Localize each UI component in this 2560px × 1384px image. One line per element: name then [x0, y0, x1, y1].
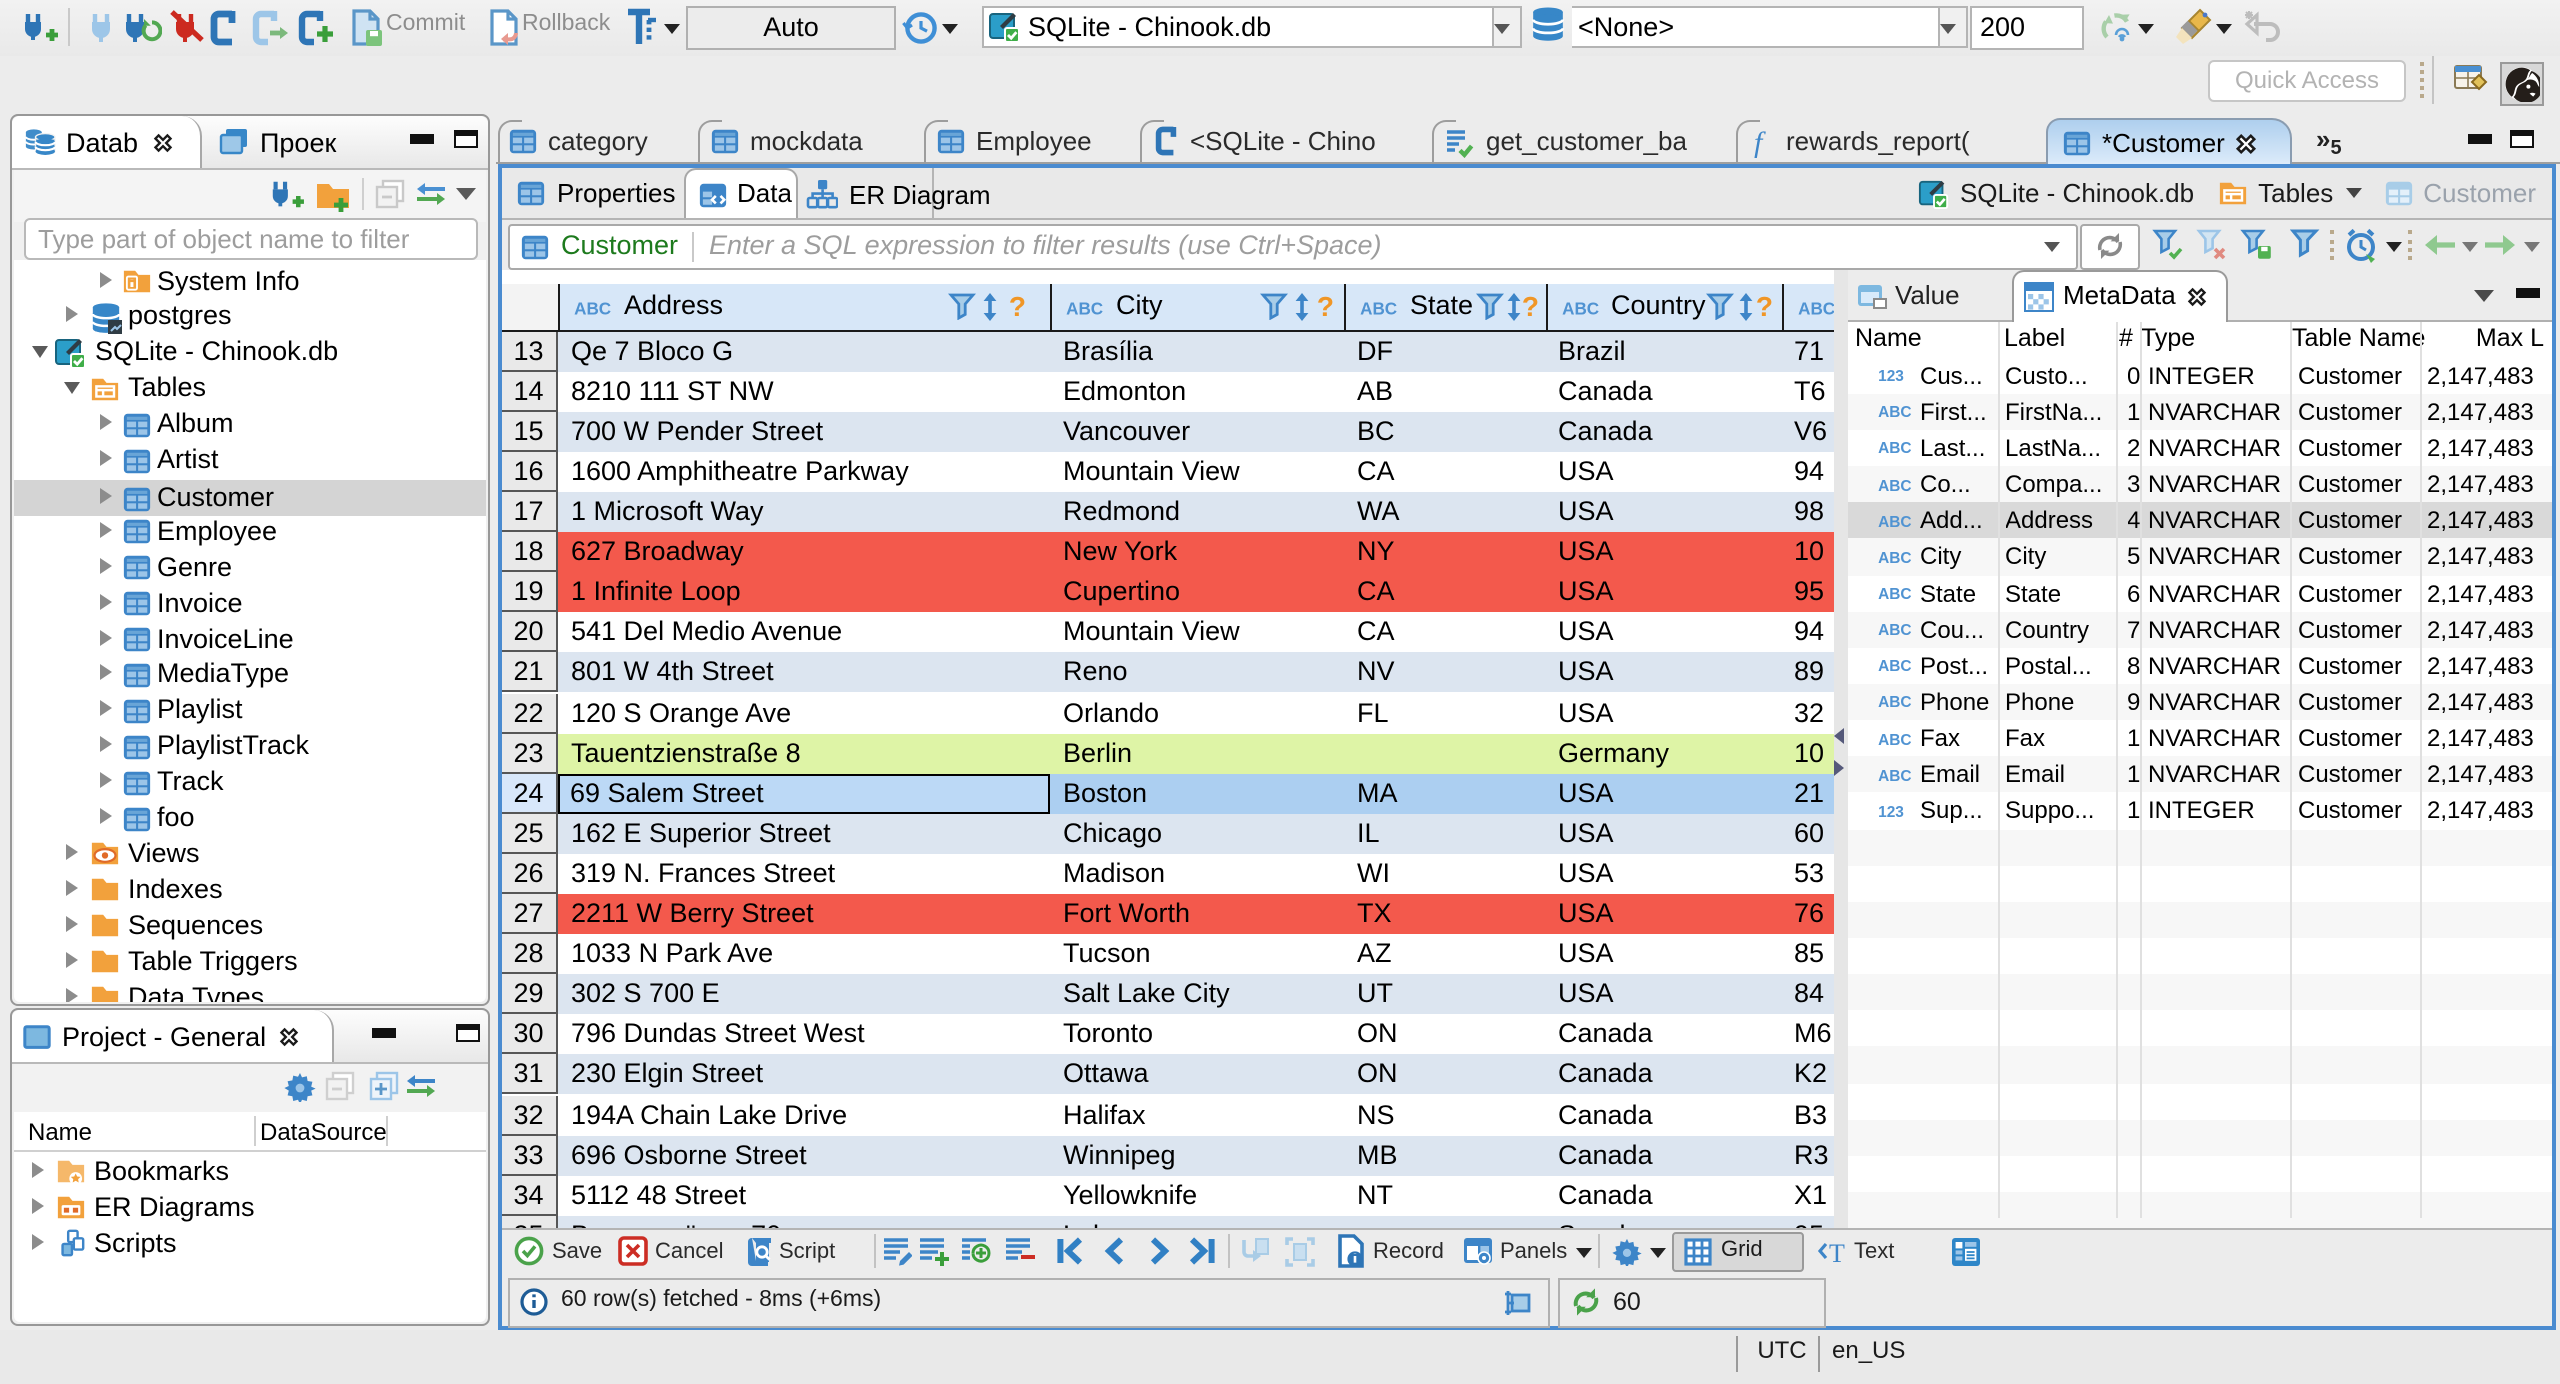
svg-text:T: T	[1828, 1238, 1844, 1265]
svg-text:f: f	[1754, 125, 1766, 157]
